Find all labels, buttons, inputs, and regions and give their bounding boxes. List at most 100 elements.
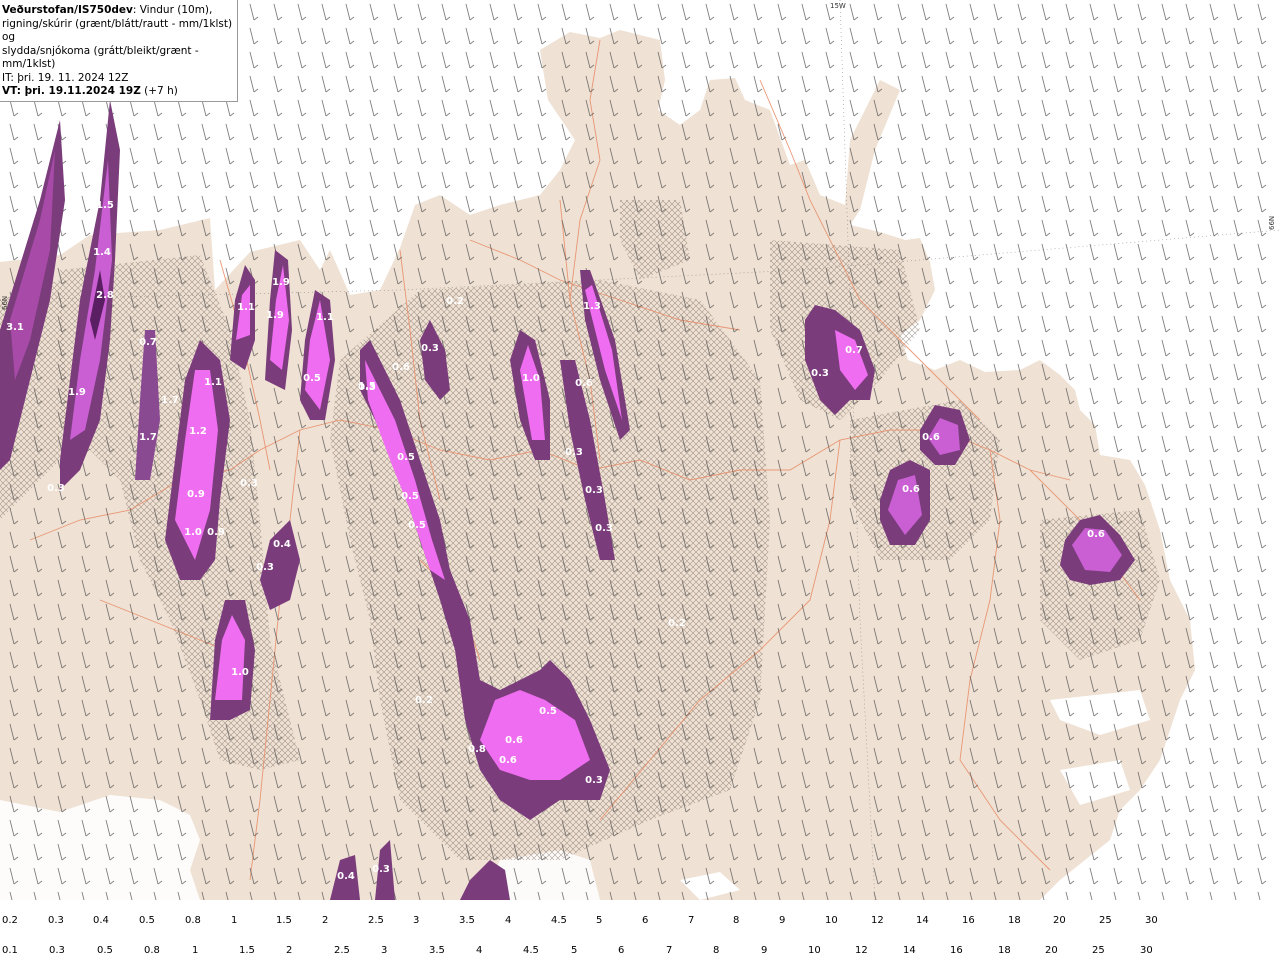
rain-tick-label: 7 (666, 945, 673, 956)
rain-tick-label: 5 (571, 945, 578, 956)
rain-tick-label: 3.5 (429, 945, 445, 956)
snow-tick-label: 1 (231, 915, 238, 926)
precip-value-label: 0.4 (273, 539, 291, 550)
grid-label-right: 66N (1268, 216, 1276, 230)
snow-tick-label: 0.5 (139, 915, 155, 926)
precip-value-label: 1.4 (93, 247, 111, 258)
map-info-box: Veðurstofan/IS750dev: Vindur (10m), rign… (0, 0, 238, 102)
precip-value-label: 0.5 (397, 452, 415, 463)
precip-value-label: 1.0 (522, 373, 540, 384)
snow-tick-label: 4.5 (551, 915, 567, 926)
precip-value-label: 0.3 (372, 864, 390, 875)
precip-value-label: 0.5 (303, 373, 321, 384)
info-title-line: Veðurstofan/IS750dev: Vindur (10m), (2, 4, 235, 18)
precip-value-label: 0.3 (811, 368, 829, 379)
rain-tick-label: 0.8 (144, 945, 160, 956)
snow-tick-label: 0.4 (93, 915, 109, 926)
snow-tick-label: 30 (1145, 915, 1158, 926)
rain-tick-label: 20 (1045, 945, 1058, 956)
snow-colorbar-labels: 0.2 0.3 0.4 0.5 0.8 1 1.5 2 2.5 3 3.5 4 4.5 5 6 7 8 9 10 12… (0, 915, 1280, 927)
snow-tick-label: 0.2 (2, 915, 18, 926)
snow-tick-label: 1.5 (276, 915, 292, 926)
rain-tick-label: 6 (618, 945, 625, 956)
snow-tick-label: 4 (505, 915, 512, 926)
precip-value-label: 0.3 (595, 523, 613, 534)
rain-tick-label: 4 (476, 945, 483, 956)
precip-value-label: 1.0 (184, 527, 202, 538)
precip-value-label: 1.1 (237, 302, 255, 313)
desc-line-2: rigning/skúrir (grænt/blátt/rautt - mm/1… (2, 17, 233, 44)
valid-time: VT: þri. 19.11.2024 19Z (2, 85, 141, 97)
snow-tick-label: 2.5 (368, 915, 384, 926)
issue-time: IT: þri. 19. 11. 2024 12Z (2, 71, 129, 84)
rain-tick-label: 4.5 (523, 945, 539, 956)
precip-value-label: 0.6 (902, 484, 920, 495)
precip-value-label: 0.3 (256, 562, 274, 573)
snow-tick-label: 16 (962, 915, 975, 926)
precip-value-label: 1.9 (266, 310, 284, 321)
precip-value-label: 0.9 (187, 489, 205, 500)
snow-tick-label: 25 (1099, 915, 1112, 926)
lead-time: (+7 h) (140, 85, 178, 97)
snow-tick-label: 8 (733, 915, 740, 926)
grid-label-top: 15W (830, 2, 846, 10)
precip-value-label: 0.6 (499, 755, 517, 766)
precip-value-label: 0.5 (401, 491, 419, 502)
precip-value-label: 0.3 (421, 343, 439, 354)
rain-tick-label: 14 (903, 945, 916, 956)
grid-label-left: 66N (1, 296, 9, 310)
snow-tick-label: 20 (1053, 915, 1066, 926)
snow-tick-label: 6 (642, 915, 649, 926)
snow-tick-label: 3 (413, 915, 420, 926)
precip-value-label: 1.7 (139, 432, 157, 443)
rain-tick-label: 2 (286, 945, 293, 956)
rain-tick-label: 16 (950, 945, 963, 956)
precip-value-label: 0.6 (922, 432, 940, 443)
rain-tick-label: 9 (761, 945, 768, 956)
precip-value-label: 0.6 (1087, 529, 1105, 540)
precip-value-label: 2.8 (96, 290, 114, 301)
precip-value-label: 3.1 (6, 322, 24, 333)
valid-time-line: VT: þri. 19.11.2024 19Z (+7 h) (2, 85, 235, 99)
precip-value-label: 0.7 (139, 337, 157, 348)
precip-value-label: 0.3 (585, 775, 603, 786)
rain-colorbar-labels: 0.1 0.3 0.5 0.8 1 1.5 2 2.5 3 3.5 4 4.5 5 6 7 8 9 10 12 14 1… (0, 945, 1280, 957)
desc-line-1: : Vindur (10m), (132, 4, 213, 16)
rain-tick-label: 2.5 (334, 945, 350, 956)
precip-value-label: 0.2 (668, 618, 686, 629)
precip-value-label: 0.6 (505, 735, 523, 746)
snow-tick-label: 9 (779, 915, 786, 926)
rain-tick-label: 12 (855, 945, 868, 956)
precip-value-label: 0.3 (47, 483, 65, 494)
precip-value-label: 1.5 (96, 200, 114, 211)
snow-tick-label: 0.3 (48, 915, 64, 926)
snow-tick-label: 0.8 (185, 915, 201, 926)
precip-value-label: 0.5 (408, 520, 426, 531)
snow-swatch (27, 900, 28, 914)
precip-value-label: 0.8 (468, 744, 486, 755)
rain-tick-label: 1.5 (239, 945, 255, 956)
precip-value-label: 0.6 (575, 378, 593, 389)
precip-value-label: 0.4 (337, 871, 355, 882)
rain-tick-label: 3 (381, 945, 388, 956)
snow-tick-label: 14 (916, 915, 929, 926)
precip-value-label: 1.3 (583, 301, 601, 312)
snow-tick-label: 18 (1008, 915, 1021, 926)
snow-tick-label: 12 (871, 915, 884, 926)
precip-value-label: 1.9 (272, 277, 290, 288)
precip-value-label: 0.3 (585, 485, 603, 496)
snow-colorbar (0, 900, 28, 914)
rain-swatch (26, 930, 27, 944)
weather-map: 3.1 2.8 1.4 1.9 1.5 0.7 1.7 1.7 1.2 1.1 0.9 1.0 0.9 0… (0, 0, 1280, 900)
precip-value-label: 1.1 (204, 377, 222, 388)
rain-tick-label: 0.5 (97, 945, 113, 956)
desc-line-3: slydda/snjókoma (grátt/bleikt/grænt - mm… (2, 44, 199, 71)
precip-value-label: 0.9 (207, 527, 225, 538)
precip-value-label: 1.9 (68, 387, 86, 398)
snow-tick-label: 7 (688, 915, 695, 926)
precip-value-label: 0.2 (415, 695, 433, 706)
precip-value-label: 0.6 (392, 362, 410, 373)
precip-value-label: 0.5 (539, 706, 557, 717)
precip-value-label: 0.7 (845, 345, 863, 356)
snow-tick-label: 10 (825, 915, 838, 926)
